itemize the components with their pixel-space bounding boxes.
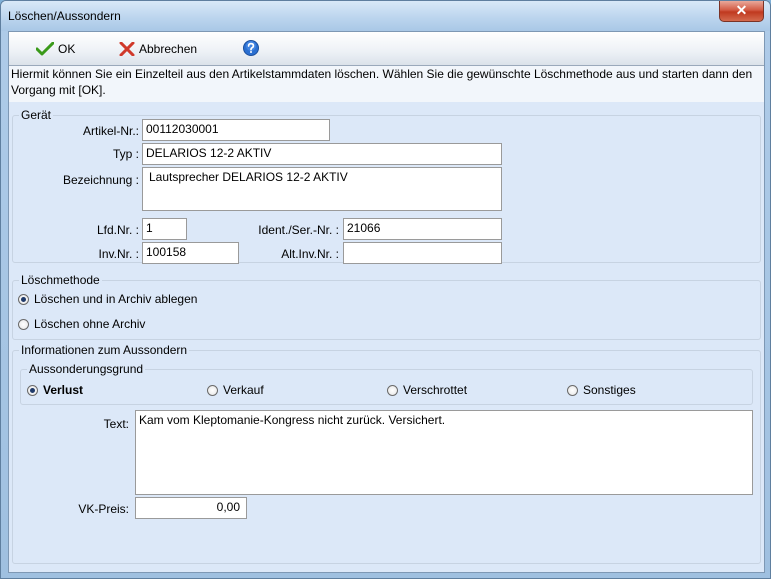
artikel-nr-label: Artikel-Nr.: [82, 124, 139, 138]
dialog-window: Löschen/Aussondern ✕ OK Abbrechen Hiermi… [0, 0, 771, 579]
help-button[interactable] [243, 40, 263, 56]
radio-label: Sonstiges [583, 383, 636, 397]
radio-selected-icon [27, 384, 38, 396]
typ-field[interactable]: DELARIOS 12-2 AKTIV [142, 143, 502, 165]
bezeichnung-field[interactable]: Lautsprecher DELARIOS 12-2 AKTIV [142, 167, 502, 211]
bezeichnung-label: Bezeichnung : [62, 173, 139, 187]
form-panel: Gerät Artikel-Nr.: 00112030001 Typ : DEL… [9, 102, 764, 572]
radio-verschrottet[interactable]: Verschrottet [387, 383, 467, 397]
radio-loeschen-ohne-archiv[interactable]: Löschen ohne Archiv [18, 317, 145, 331]
artikel-nr-field[interactable]: 00112030001 [142, 119, 330, 141]
lfd-nr-field[interactable]: 1 [142, 218, 187, 240]
radio-unselected-icon [387, 384, 398, 396]
radio-selected-icon [18, 293, 29, 305]
window-title: Löschen/Aussondern [8, 9, 121, 23]
text-label: Text: [103, 417, 129, 431]
inv-nr-label: Inv.Nr. : [98, 247, 139, 261]
alt-inv-nr-label: Alt.Inv.Nr. : [281, 247, 339, 261]
radio-label: Verschrottet [403, 383, 468, 397]
radio-label: Löschen ohne Archiv [34, 317, 146, 331]
alt-inv-nr-field[interactable] [343, 242, 502, 264]
help-icon [243, 40, 259, 56]
title-bar[interactable]: Löschen/Aussondern ✕ [1, 1, 770, 31]
geraet-legend: Gerät [19, 108, 54, 122]
info-text: Hiermit können Sie ein Einzelteil aus de… [11, 67, 753, 97]
radio-sonstiges[interactable]: Sonstiges [567, 383, 636, 397]
radio-label: Verlust [43, 383, 84, 397]
radio-loeschen-archiv[interactable]: Löschen und in Archiv ablegen [18, 292, 197, 306]
toolbar: OK Abbrechen [9, 32, 764, 66]
aussonderungsgrund-legend: Aussonderungsgrund [27, 362, 146, 376]
cancel-button[interactable]: Abbrechen [119, 41, 197, 57]
typ-label: Typ : [112, 147, 139, 161]
dialog-client: OK Abbrechen Hiermit können Sie ein Einz… [8, 31, 765, 573]
text-field[interactable]: Kam vom Kleptomanie-Kongress nicht zurüc… [135, 410, 753, 495]
ident-field[interactable]: 21066 [343, 218, 502, 240]
radio-unselected-icon [567, 384, 578, 396]
ident-label: Ident./Ser.-Nr. : [258, 223, 339, 237]
vk-preis-label: VK-Preis: [78, 502, 129, 516]
ok-label: OK [58, 42, 76, 56]
aussondern-legend: Informationen zum Aussondern [19, 343, 190, 357]
lfd-nr-label: Lfd.Nr. : [96, 223, 139, 237]
red-x-icon [119, 42, 135, 56]
radio-unselected-icon [18, 318, 29, 330]
radio-label: Löschen und in Archiv ablegen [34, 292, 198, 306]
loeschmethode-legend: Löschmethode [19, 273, 102, 287]
vk-preis-field[interactable]: 0,00 [135, 497, 247, 519]
radio-label: Verkauf [223, 383, 264, 397]
cancel-label: Abbrechen [139, 42, 198, 56]
ok-button[interactable]: OK [36, 41, 75, 57]
radio-unselected-icon [207, 384, 218, 396]
radio-verkauf[interactable]: Verkauf [207, 383, 264, 397]
checkmark-icon [36, 42, 54, 56]
radio-verlust[interactable]: Verlust [27, 383, 83, 397]
close-button[interactable]: ✕ [719, 1, 764, 22]
loeschmethode-group: Löschmethode [12, 273, 761, 340]
